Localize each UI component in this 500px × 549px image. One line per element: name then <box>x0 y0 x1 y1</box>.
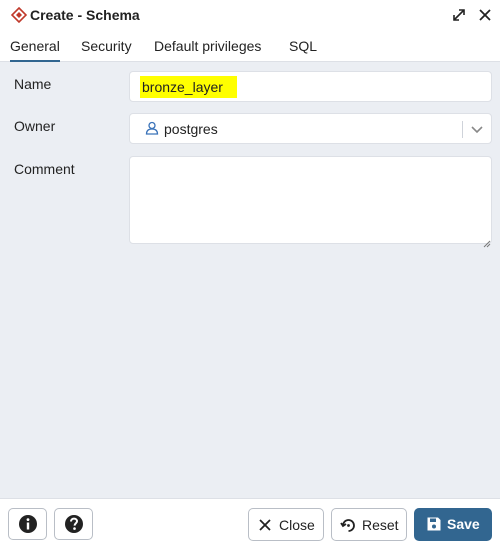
tab-general[interactable]: General <box>10 31 60 62</box>
reset-button[interactable]: Reset <box>331 508 407 541</box>
chevron-down-icon[interactable] <box>470 123 484 135</box>
owner-label: Owner <box>14 118 56 134</box>
schema-icon <box>10 6 28 24</box>
reset-icon <box>340 517 357 537</box>
owner-value: postgres <box>164 121 218 137</box>
comment-textarea[interactable] <box>129 156 492 244</box>
tab-sql[interactable]: SQL <box>289 31 317 62</box>
save-button[interactable]: Save <box>414 508 492 541</box>
info-button[interactable] <box>8 508 47 540</box>
form-body: Name bronze_layer Owner postgres Comment <box>0 62 500 498</box>
close-button-label: Close <box>279 517 315 533</box>
reset-button-label: Reset <box>362 517 399 533</box>
help-icon <box>65 515 83 533</box>
tab-security[interactable]: Security <box>81 31 132 62</box>
save-button-label: Save <box>447 516 480 532</box>
title-bar[interactable]: Create - Schema <box>0 0 500 31</box>
name-field[interactable]: bronze_layer <box>129 71 492 102</box>
dialog-footer: Close Reset Save <box>0 498 500 549</box>
create-schema-dialog: Create - Schema General Security Default… <box>0 0 500 549</box>
owner-select[interactable]: postgres <box>129 113 492 144</box>
tab-bar: General Security Default privileges SQL <box>0 31 500 62</box>
help-button[interactable] <box>54 508 93 540</box>
info-icon <box>19 515 37 533</box>
tab-default-privileges[interactable]: Default privileges <box>154 31 261 62</box>
maximize-icon[interactable] <box>450 6 468 24</box>
select-separator <box>462 121 463 138</box>
close-x-icon <box>257 517 273 536</box>
resize-grip-icon[interactable] <box>483 235 491 248</box>
name-label: Name <box>14 76 52 92</box>
save-icon <box>426 516 442 535</box>
user-role-icon <box>145 121 159 135</box>
close-icon[interactable] <box>476 6 494 24</box>
close-button[interactable]: Close <box>248 508 324 541</box>
comment-label: Comment <box>14 161 75 177</box>
name-value: bronze_layer <box>140 76 237 98</box>
dialog-title: Create - Schema <box>30 7 140 23</box>
